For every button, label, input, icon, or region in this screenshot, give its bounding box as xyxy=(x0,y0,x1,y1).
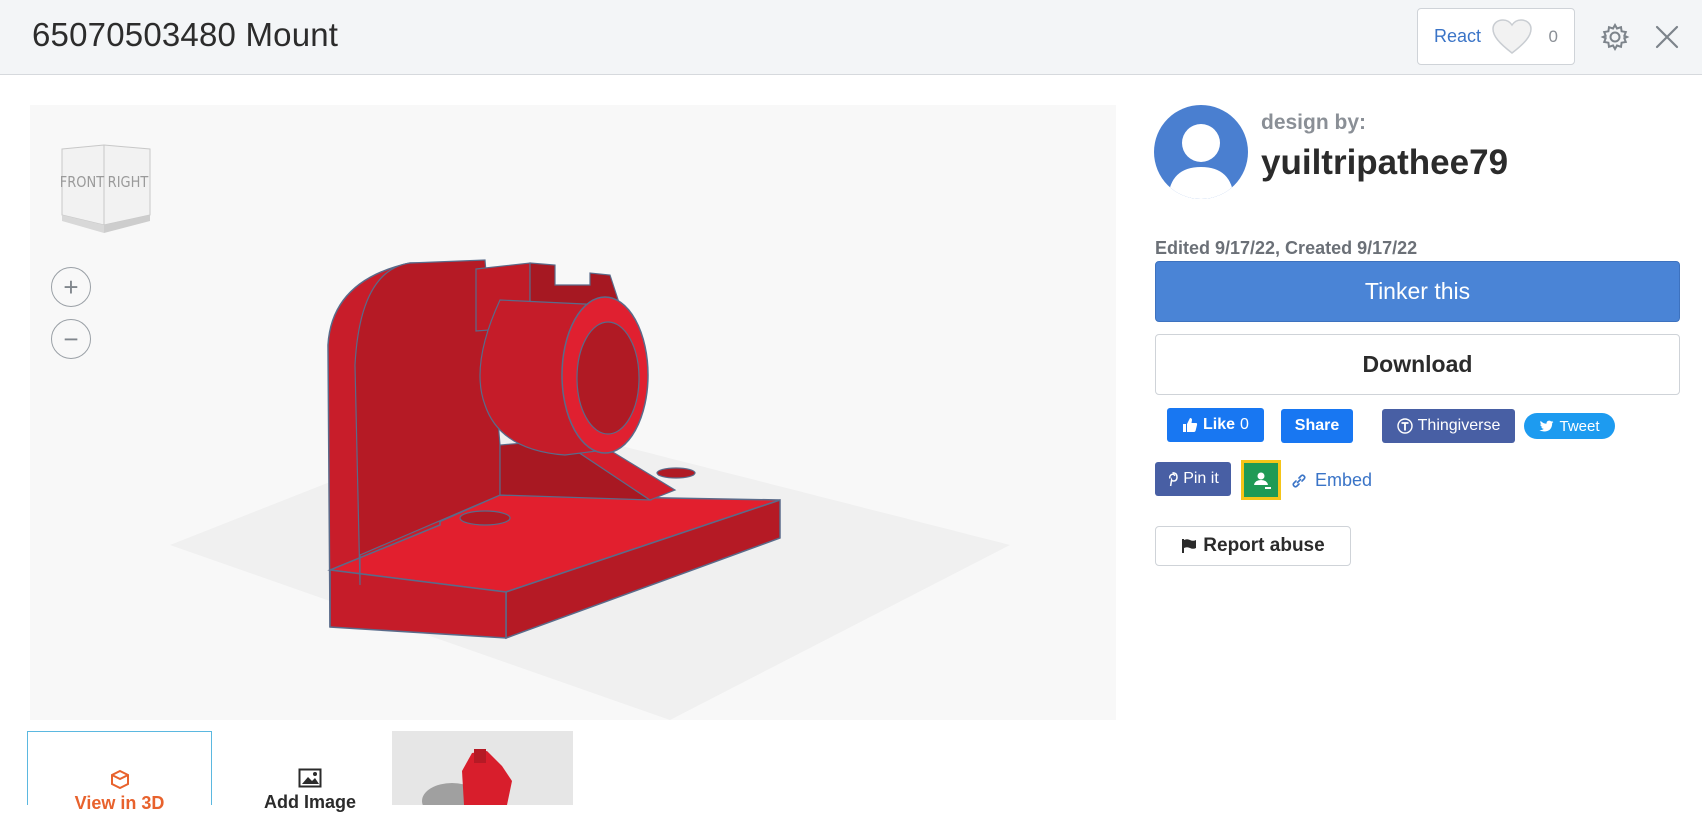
twitter-bird-icon xyxy=(1539,420,1554,431)
flag-icon xyxy=(1182,539,1197,553)
download-button[interactable]: Download xyxy=(1155,334,1680,395)
thingiverse-icon xyxy=(1396,418,1413,434)
design-title: 65070503480 Mount xyxy=(32,16,339,53)
viewcube-front-label: FRONT xyxy=(60,174,105,191)
edit-dates: Edited 9/17/22, Created 9/17/22 xyxy=(1155,238,1418,258)
thumbnail-image xyxy=(392,731,573,805)
pinterest-button[interactable]: Pin it xyxy=(1155,462,1231,496)
zoom-in-button[interactable]: + xyxy=(51,267,91,307)
image-icon xyxy=(298,768,322,788)
thingiverse-button[interactable]: Thingiverse xyxy=(1382,409,1515,443)
thingiverse-label: Thingiverse xyxy=(1417,417,1501,434)
link-icon xyxy=(1292,473,1306,488)
pin-label: Pin it xyxy=(1183,470,1219,487)
classroom-icon xyxy=(1254,472,1271,489)
facebook-share-button[interactable]: Share xyxy=(1281,409,1353,443)
designer-username[interactable]: yuiltripathee79 xyxy=(1261,143,1508,183)
heart-icon xyxy=(1492,18,1532,54)
modal-header: 65070503480 Mount React 0 xyxy=(0,0,1702,75)
tweet-button[interactable]: Tweet xyxy=(1524,413,1615,439)
zoom-out-button[interactable]: − xyxy=(51,319,91,359)
facebook-like-label: Like xyxy=(1203,416,1236,433)
facebook-like-count: 0 xyxy=(1240,416,1249,433)
tweet-label: Tweet xyxy=(1559,417,1600,435)
pinterest-icon xyxy=(1169,471,1178,486)
react-button[interactable]: React 0 xyxy=(1417,8,1575,65)
cube-icon xyxy=(110,769,129,789)
minus-icon: − xyxy=(63,324,79,354)
add-image-tab[interactable]: Add Image xyxy=(220,731,400,812)
view-in-3d-tab[interactable]: View in 3D xyxy=(27,731,212,813)
embed-label: Embed xyxy=(1315,470,1373,490)
thumbs-up-icon xyxy=(1183,418,1198,432)
embed-link[interactable]: Embed xyxy=(1291,470,1372,491)
add-image-label: Add Image xyxy=(263,792,356,812)
facebook-share-label: Share xyxy=(1294,417,1340,434)
report-abuse-button[interactable]: Report abuse xyxy=(1155,526,1351,566)
tinker-this-button[interactable]: Tinker this xyxy=(1155,261,1680,322)
react-count: 0 xyxy=(1548,26,1558,46)
react-label: React xyxy=(1434,26,1482,46)
facebook-like-button[interactable]: Like 0 xyxy=(1167,408,1264,442)
avatar[interactable] xyxy=(1154,105,1248,199)
viewcube[interactable]: FRONT RIGHT xyxy=(58,141,158,236)
viewcube-right-label: RIGHT xyxy=(108,174,149,191)
3d-viewer[interactable]: FRONT RIGHT + − xyxy=(30,105,1116,720)
google-classroom-button[interactable] xyxy=(1241,460,1281,500)
design-thumbnail[interactable] xyxy=(392,731,573,805)
3d-model-render[interactable] xyxy=(30,105,1116,720)
plus-icon: + xyxy=(63,272,79,302)
gear-icon[interactable] xyxy=(1600,22,1630,52)
design-by-label: design by: xyxy=(1261,111,1367,134)
close-icon[interactable] xyxy=(1652,22,1682,52)
report-abuse-label: Report abuse xyxy=(1203,535,1325,556)
view-in-3d-label: View in 3D xyxy=(74,793,165,813)
user-icon xyxy=(1168,124,1234,199)
